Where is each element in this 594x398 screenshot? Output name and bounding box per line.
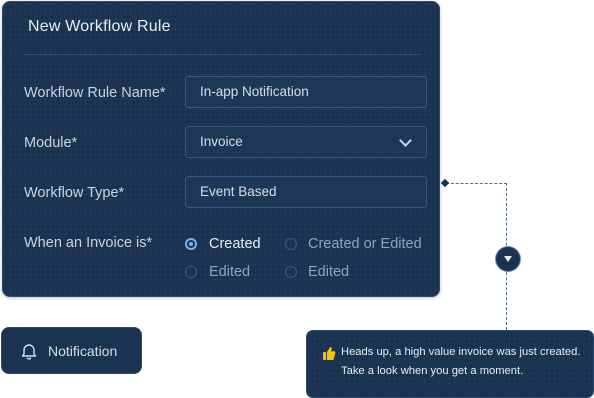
radio-edited-2[interactable] xyxy=(285,266,297,278)
expand-down-button[interactable] xyxy=(495,246,521,272)
workflow-rule-name-value: In-app Notification xyxy=(200,84,309,99)
radio-created[interactable] xyxy=(185,238,197,250)
toast-message-line-1: Heads up, a high value invoice was just … xyxy=(341,346,581,358)
chevron-down-icon xyxy=(399,134,412,147)
title-divider xyxy=(23,54,421,55)
module-label: Module* xyxy=(24,135,78,151)
module-select[interactable]: Invoice xyxy=(185,126,427,158)
toast-message-line-2: Take a look when you get a moment. xyxy=(341,365,524,377)
bell-icon xyxy=(21,344,37,360)
workflow-type-label: Workflow Type* xyxy=(24,185,125,201)
panel-title: New Workflow Rule xyxy=(28,18,171,35)
connector-anchor xyxy=(440,178,450,188)
notification-label: Notification xyxy=(48,343,118,359)
option-created-or-edited-label: Created or Edited xyxy=(308,236,422,252)
connector-line-horizontal xyxy=(446,183,507,184)
module-value: Invoice xyxy=(200,134,243,149)
notification-button[interactable]: Notification xyxy=(1,327,142,374)
radio-created-or-edited[interactable] xyxy=(285,238,297,250)
radio-edited-1[interactable] xyxy=(185,266,197,278)
workflow-type-value: Event Based xyxy=(200,184,277,199)
workflow-rule-name-label: Workflow Rule Name* xyxy=(24,85,166,101)
thumbs-up-icon xyxy=(323,347,336,360)
option-edited-1-label: Edited xyxy=(209,264,251,280)
notification-toast: Heads up, a high value invoice was just … xyxy=(306,330,594,398)
option-edited-2-label: Edited xyxy=(308,264,350,280)
workflow-rule-name-input[interactable]: In-app Notification xyxy=(185,76,427,108)
workflow-rule-panel: New Workflow Rule Workflow Rule Name* In… xyxy=(2,1,440,297)
option-created-label: Created xyxy=(209,236,261,252)
trigger-label: When an Invoice is* xyxy=(24,235,153,251)
workflow-type-input[interactable]: Event Based xyxy=(185,176,427,208)
